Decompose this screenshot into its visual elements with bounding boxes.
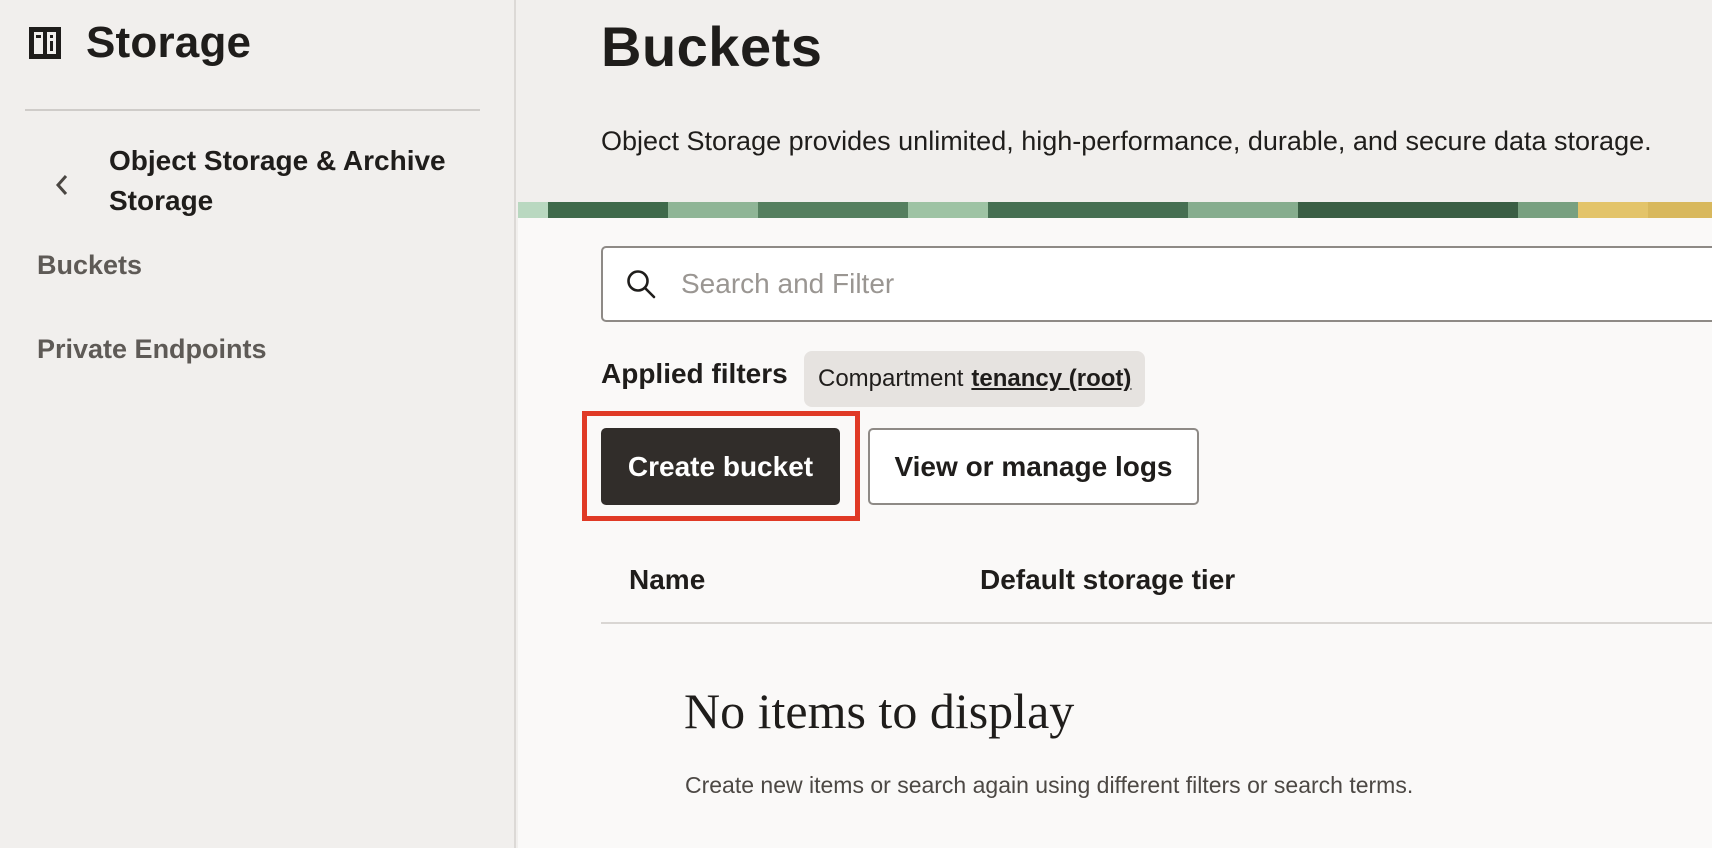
table-divider	[601, 622, 1712, 624]
create-bucket-button[interactable]: Create bucket	[601, 428, 840, 505]
decorative-banner	[518, 202, 1712, 218]
column-header-default-storage-tier[interactable]: Default storage tier	[980, 564, 1235, 596]
search-input[interactable]	[681, 268, 1581, 300]
page-header: Buckets Object Storage provides unlimite…	[518, 0, 1712, 202]
page-description: Object Storage provides unlimited, high-…	[601, 126, 1652, 156]
content-area: Applied filters Compartment tenancy (roo…	[518, 218, 1712, 848]
main-panel: Buckets Object Storage provides unlimite…	[518, 0, 1712, 848]
service-header: Storage	[28, 18, 251, 68]
storage-panel-icon	[29, 27, 61, 59]
applied-filters-label: Applied filters	[601, 358, 788, 389]
sidebar: Storage Object Storage & Archive Storage…	[0, 0, 516, 848]
empty-state-description: Create new items or search again using d…	[685, 772, 1414, 798]
view-logs-button[interactable]: View or manage logs	[868, 428, 1199, 505]
sidebar-divider	[25, 109, 480, 111]
app-window: Storage Object Storage & Archive Storage…	[0, 0, 1712, 848]
sidebar-item-buckets[interactable]: Buckets	[37, 250, 142, 281]
empty-state-title: No items to display	[684, 683, 1075, 739]
page-title: Buckets	[601, 15, 823, 78]
column-header-name[interactable]: Name	[629, 564, 705, 596]
service-title: Storage	[86, 18, 252, 67]
search-icon	[627, 270, 656, 299]
sidebar-item-private-endpoints[interactable]: Private Endpoints	[37, 334, 267, 365]
filter-chip-key: Compartment	[818, 365, 964, 392]
chevron-left-icon[interactable]	[52, 170, 74, 200]
search-box[interactable]	[601, 246, 1712, 322]
sidebar-section-title: Object Storage & Archive Storage	[109, 145, 446, 216]
filter-chip-value-link[interactable]: tenancy (root)	[971, 365, 1131, 393]
filter-chip-compartment: Compartment tenancy (root)	[804, 351, 1146, 407]
